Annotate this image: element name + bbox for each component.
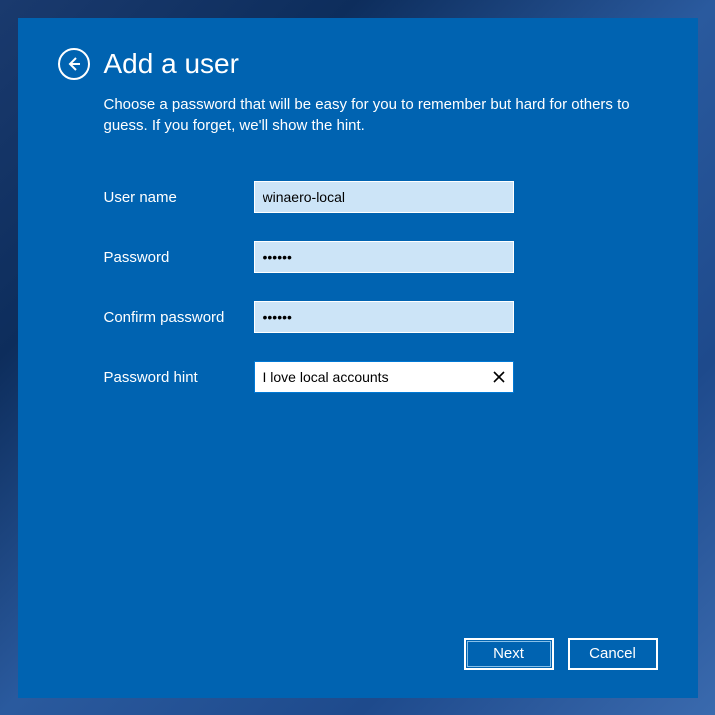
username-row: User name <box>58 181 658 213</box>
username-label: User name <box>104 189 254 206</box>
clear-hint-button[interactable] <box>484 361 514 393</box>
confirm-password-row: Confirm password <box>58 301 658 333</box>
cancel-button[interactable]: Cancel <box>568 638 658 670</box>
add-user-dialog: Add a user Choose a password that will b… <box>18 18 698 698</box>
next-button[interactable]: Next <box>464 638 554 670</box>
password-hint-row: Password hint <box>58 361 658 393</box>
password-hint-wrap <box>254 361 514 393</box>
password-hint-label: Password hint <box>104 369 254 386</box>
dialog-title: Add a user <box>104 48 239 80</box>
password-label: Password <box>104 249 254 266</box>
close-icon <box>492 370 506 384</box>
username-input[interactable] <box>254 181 514 213</box>
dialog-footer: Next Cancel <box>58 638 658 674</box>
password-input[interactable] <box>254 241 514 273</box>
password-row: Password <box>58 241 658 273</box>
dialog-subtitle: Choose a password that will be easy for … <box>58 94 658 138</box>
back-button[interactable] <box>58 48 90 80</box>
confirm-password-label: Confirm password <box>104 309 254 326</box>
arrow-left-icon <box>66 56 82 72</box>
dialog-header: Add a user <box>58 48 658 80</box>
password-hint-input[interactable] <box>254 361 514 393</box>
confirm-password-input[interactable] <box>254 301 514 333</box>
